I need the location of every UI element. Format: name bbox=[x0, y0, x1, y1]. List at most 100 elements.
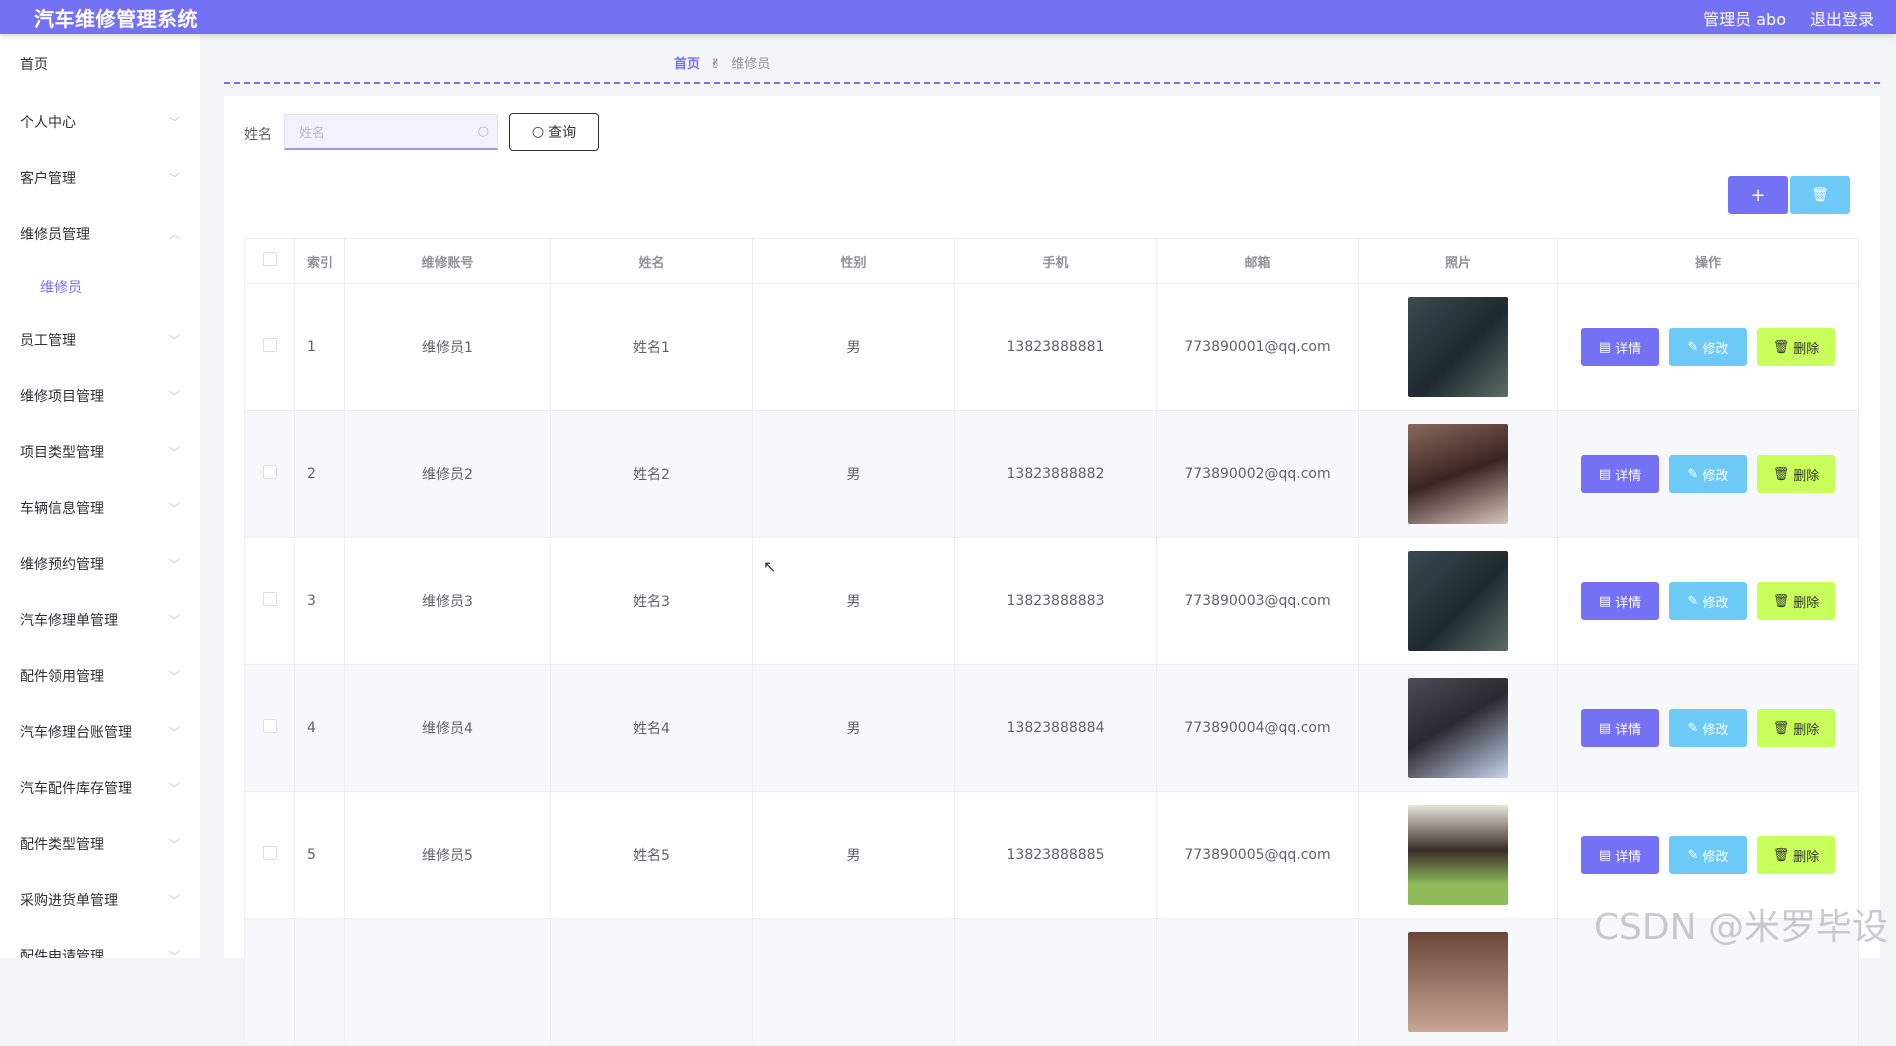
sidebar-item-appointments[interactable]: 维修预约管理 ﹀ bbox=[0, 536, 200, 592]
sidebar-item-purchase-orders[interactable]: 采购进货单管理 ﹀ bbox=[0, 872, 200, 928]
sidebar-item-part-types[interactable]: 配件类型管理 ﹀ bbox=[0, 816, 200, 872]
sidebar-item-parts-stock[interactable]: 汽车配件库存管理 ﹀ bbox=[0, 760, 200, 816]
delete-label: 删除 bbox=[1793, 595, 1820, 611]
cell-account bbox=[344, 918, 551, 1046]
sidebar-item-customers[interactable]: 客户管理 ﹀ bbox=[0, 150, 200, 206]
cell-email: 773890002@qq.com bbox=[1156, 410, 1359, 538]
sidebar-item-label: 配件申请管理 bbox=[20, 949, 104, 958]
edit-button[interactable]: ✎ 修改 bbox=[1669, 328, 1747, 366]
cell-actions: ▤ 详情 ✎ 修改 🗑 删除 bbox=[1557, 664, 1859, 792]
delete-label: 删除 bbox=[1793, 341, 1820, 357]
cell-phone: 13823888885 bbox=[954, 791, 1157, 919]
batch-delete-button[interactable]: 🗑 bbox=[1790, 176, 1850, 214]
sidebar-item-repair-orders[interactable]: 汽车修理单管理 ﹀ bbox=[0, 592, 200, 648]
detail-button[interactable]: ▤ 详情 bbox=[1581, 709, 1659, 747]
edit-label: 修改 bbox=[1702, 722, 1729, 738]
sidebar-item-repairers[interactable]: 维修员管理 ︿ bbox=[0, 206, 200, 262]
sidebar-item-vehicles[interactable]: 车辆信息管理 ﹀ bbox=[0, 480, 200, 536]
avatar[interactable] bbox=[1408, 678, 1508, 778]
trash-icon: 🗑 bbox=[1811, 187, 1829, 203]
cell-phone: 13823888884 bbox=[954, 664, 1157, 792]
sidebar-item-project-types[interactable]: 项目类型管理 ﹀ bbox=[0, 424, 200, 480]
sidebar-subitem-label: 维修员 bbox=[40, 280, 82, 296]
search-input[interactable] bbox=[297, 115, 471, 151]
header-actions: 操作 bbox=[1557, 238, 1859, 284]
sidebar-item-parts-usage[interactable]: 配件领用管理 ﹀ bbox=[0, 648, 200, 704]
cell-phone: 13823888881 bbox=[954, 283, 1157, 411]
edit-label: 修改 bbox=[1702, 849, 1729, 865]
document-icon: ▤ bbox=[1598, 339, 1612, 355]
edit-button[interactable]: ✎ 修改 bbox=[1669, 836, 1747, 874]
sidebar-item-staff[interactable]: 员工管理 ﹀ bbox=[0, 312, 200, 368]
trash-icon: 🗑 bbox=[1772, 847, 1790, 863]
query-button[interactable]: ○ 查询 bbox=[509, 113, 599, 151]
cell-photo bbox=[1358, 537, 1558, 665]
avatar[interactable] bbox=[1408, 297, 1508, 397]
avatar[interactable] bbox=[1408, 551, 1508, 651]
table-row: 2 维修员2 姓名2 男 13823888882 773890002@qq.co… bbox=[244, 410, 1859, 538]
cell-name: 姓名1 bbox=[550, 283, 753, 411]
cell-index: 1 bbox=[294, 283, 345, 411]
edit-button[interactable]: ✎ 修改 bbox=[1669, 455, 1747, 493]
avatar[interactable] bbox=[1408, 932, 1508, 1032]
cell-email bbox=[1156, 918, 1359, 1046]
row-select-cell bbox=[244, 664, 295, 792]
edit-button[interactable]: ✎ 修改 bbox=[1669, 582, 1747, 620]
query-button-label: 查询 bbox=[548, 125, 577, 141]
logout-link[interactable]: 退出登录 bbox=[1810, 6, 1874, 30]
sidebar-item-part-requests[interactable]: 配件申请管理 ﹀ bbox=[0, 928, 200, 958]
edit-button[interactable]: ✎ 修改 bbox=[1669, 709, 1747, 747]
edit-label: 修改 bbox=[1702, 468, 1729, 484]
breadcrumb-home[interactable]: 首页 bbox=[674, 57, 700, 72]
sidebar-item-label: 汽车配件库存管理 bbox=[20, 781, 132, 797]
sidebar-item-profile[interactable]: 个人中心 ﹀ bbox=[0, 94, 200, 150]
avatar[interactable] bbox=[1408, 805, 1508, 905]
row-checkbox[interactable] bbox=[262, 338, 277, 352]
delete-button[interactable]: 🗑 删除 bbox=[1757, 836, 1835, 874]
sidebar-item-label: 采购进货单管理 bbox=[20, 893, 118, 909]
avatar[interactable] bbox=[1408, 424, 1508, 524]
row-checkbox[interactable] bbox=[262, 846, 277, 860]
row-select-cell bbox=[244, 283, 295, 411]
cell-gender: 男 bbox=[752, 791, 955, 919]
row-checkbox[interactable] bbox=[262, 719, 277, 733]
detail-button[interactable]: ▤ 详情 bbox=[1581, 455, 1659, 493]
cell-name: 姓名5 bbox=[550, 791, 753, 919]
select-all-checkbox[interactable] bbox=[262, 252, 277, 266]
delete-button[interactable]: 🗑 删除 bbox=[1757, 328, 1835, 366]
pencil-icon: ✎ bbox=[1687, 593, 1699, 609]
sidebar-item-home[interactable]: 首页 bbox=[0, 34, 200, 94]
table-header-row: 索引 维修账号 姓名 性别 手机 邮箱 照片 操作 bbox=[244, 238, 1859, 284]
sidebar-item-repair-projects[interactable]: 维修项目管理 ﹀ bbox=[0, 368, 200, 424]
table-row: 3 维修员3 姓名3 男 13823888883 773890003@qq.co… bbox=[244, 537, 1859, 665]
document-icon: ▤ bbox=[1598, 847, 1612, 863]
detail-button[interactable]: ▤ 详情 bbox=[1581, 582, 1659, 620]
cell-account: 维修员2 bbox=[344, 410, 551, 538]
sidebar-item-label: 项目类型管理 bbox=[20, 445, 104, 461]
chevron-down-icon: ﹀ bbox=[169, 614, 180, 627]
breadcrumb-current: 维修员 bbox=[731, 57, 771, 72]
cell-phone: 13823888882 bbox=[954, 410, 1157, 538]
add-button[interactable]: + bbox=[1728, 176, 1788, 214]
search-box: ○ bbox=[284, 114, 498, 151]
row-checkbox[interactable] bbox=[262, 465, 277, 479]
pencil-icon: ✎ bbox=[1687, 847, 1699, 863]
detail-button[interactable]: ▤ 详情 bbox=[1581, 836, 1659, 874]
search-icon: ○ bbox=[477, 124, 489, 139]
sidebar-subitem-repairer[interactable]: 维修员 bbox=[0, 262, 200, 312]
delete-button[interactable]: 🗑 删除 bbox=[1757, 455, 1835, 493]
sidebar-item-repair-ledger[interactable]: 汽车修理台账管理 ﹀ bbox=[0, 704, 200, 760]
cell-account: 维修员1 bbox=[344, 283, 551, 411]
row-select-cell bbox=[244, 918, 295, 1046]
pencil-icon: ✎ bbox=[1687, 720, 1699, 736]
cell-actions: ▤ 详情 ✎ 修改 🗑 删除 bbox=[1557, 283, 1859, 411]
chevron-down-icon: ﹀ bbox=[169, 670, 180, 683]
chevron-down-icon: ﹀ bbox=[169, 782, 180, 795]
row-checkbox[interactable] bbox=[262, 592, 277, 606]
detail-button[interactable]: ▤ 详情 bbox=[1581, 328, 1659, 366]
hand-icon: ✌ bbox=[710, 57, 722, 72]
sidebar-item-label: 配件类型管理 bbox=[20, 837, 104, 853]
delete-button[interactable]: 🗑 删除 bbox=[1757, 709, 1835, 747]
delete-button[interactable]: 🗑 删除 bbox=[1757, 582, 1835, 620]
cell-index: 3 bbox=[294, 537, 345, 665]
